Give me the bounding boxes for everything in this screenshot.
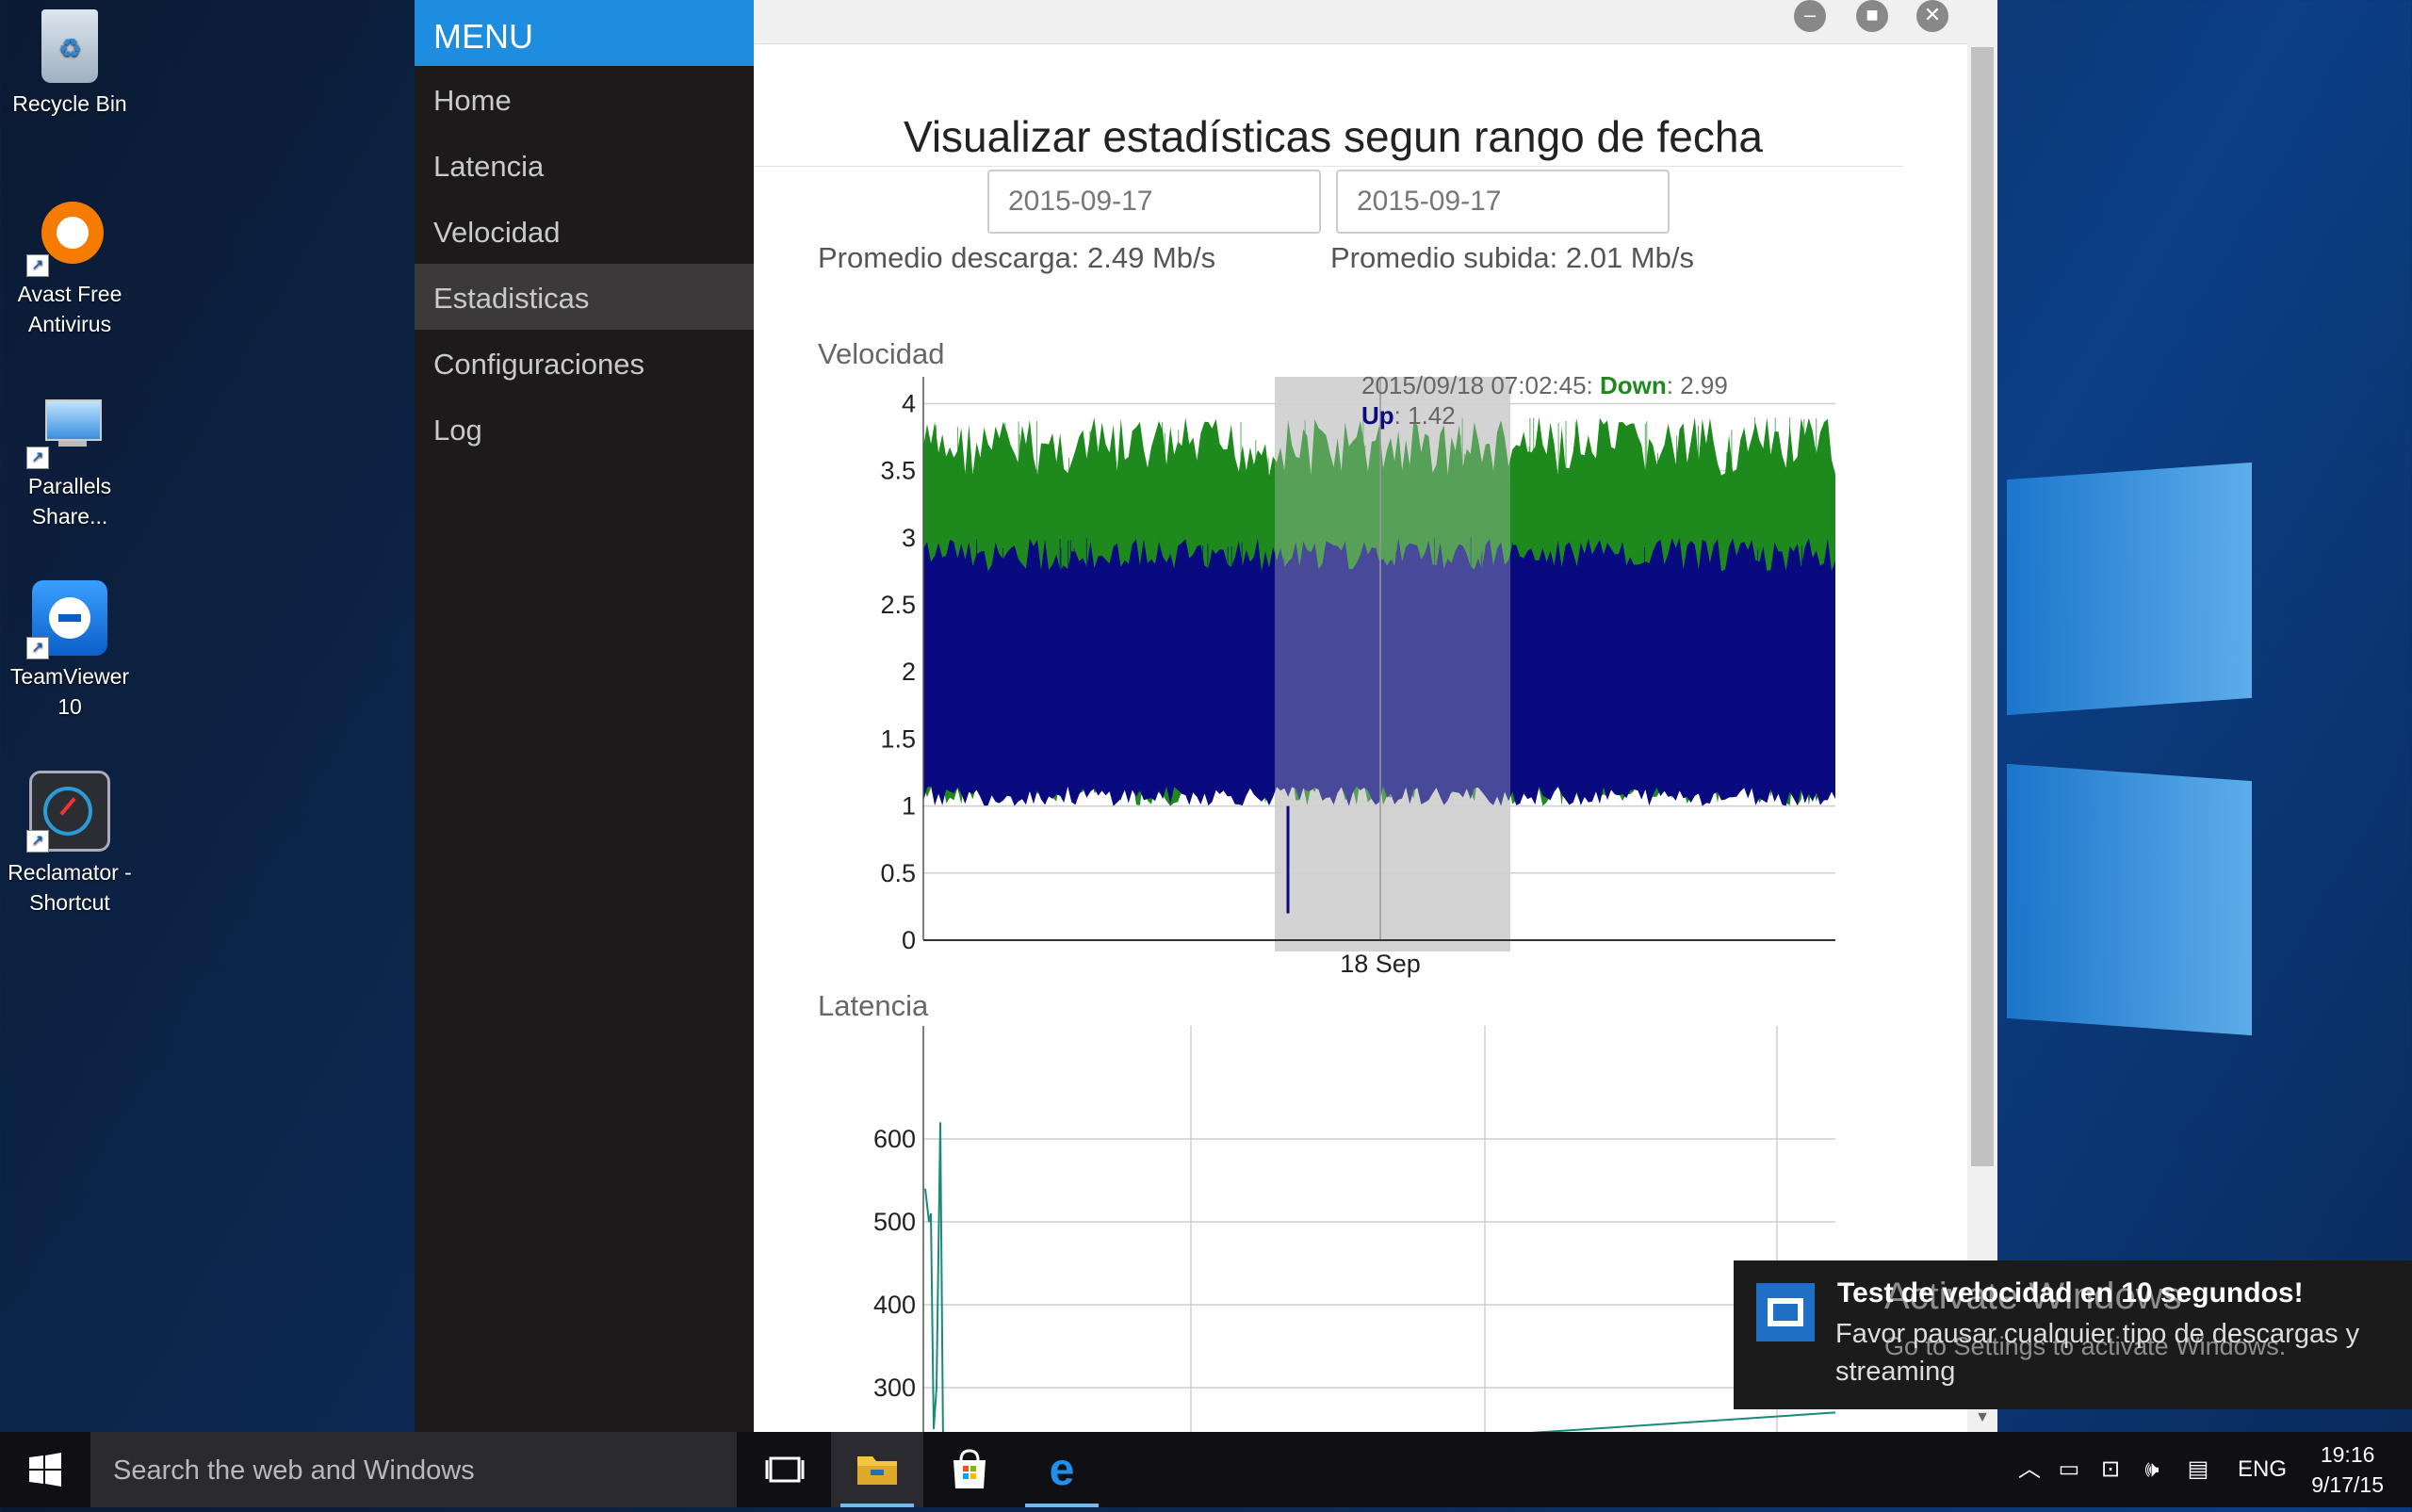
desktop-icon-label: TeamViewer 10 xyxy=(9,664,130,719)
y-tick-label: 400 xyxy=(873,1291,916,1319)
parallels-icon: ↗ xyxy=(26,390,107,469)
y-tick-label: 3.5 xyxy=(880,457,916,485)
sidebar-item-latencia[interactable]: Latencia xyxy=(415,132,754,198)
vertical-scrollbar[interactable]: ▲ ▼ xyxy=(1967,43,1997,1432)
y-tick-label: 4 xyxy=(902,389,916,417)
desktop-icon-parallels[interactable]: ↗ Parallels Share... xyxy=(0,381,139,531)
latency-spikes xyxy=(924,1122,944,1432)
app-sidebar: MENU Home Latencia Velocidad Estadistica… xyxy=(415,0,754,1432)
y-tick-label: 500 xyxy=(873,1208,916,1236)
x-tick-label: 18 Sep xyxy=(1340,950,1421,978)
sidebar-item-velocidad[interactable]: Velocidad xyxy=(415,198,754,264)
notification-app-icon xyxy=(1756,1283,1815,1341)
window-titlebar: – ■ ✕ xyxy=(754,0,1997,44)
sidebar-item-configuraciones[interactable]: Configuraciones xyxy=(415,330,754,396)
speed-chart[interactable]: 0 0.5 1 1.5 2 2.5 3 3.5 4 18 Sep 2015/09/18 07:0… xyxy=(754,367,1941,989)
y-tick-label: 2.5 xyxy=(880,591,916,619)
battery-icon[interactable]: ▭ xyxy=(2050,1432,2088,1507)
main-content: – ■ ✕ Visualizar estadísticas segun rang… xyxy=(754,0,1997,1432)
toast-body: Favor pausar cualquier tipo de descargas… xyxy=(1835,1319,2360,1387)
y-tick-label: 2 xyxy=(902,658,916,686)
input-language[interactable]: ENG xyxy=(2229,1432,2295,1507)
menu-header: MENU xyxy=(415,0,754,66)
start-button[interactable] xyxy=(0,1432,90,1507)
close-button[interactable]: ✕ xyxy=(1916,0,1948,32)
file-explorer-button[interactable] xyxy=(831,1432,923,1507)
title-divider xyxy=(754,166,1903,167)
y-tick-label: 300 xyxy=(873,1374,916,1402)
y-tick-label: 0 xyxy=(902,926,916,954)
store-button[interactable] xyxy=(923,1432,1016,1507)
desktop-icon-avast[interactable]: ↗ Avast Free Antivirus xyxy=(0,188,139,339)
taskbar-clock[interactable]: 19:16 9/17/15 xyxy=(2311,1439,2384,1500)
date-from-input[interactable]: 2015-09-17 xyxy=(987,170,1321,234)
date-to-input[interactable]: 2015-09-17 xyxy=(1336,170,1670,234)
task-view-icon xyxy=(765,1456,805,1483)
edge-icon: e xyxy=(1050,1445,1075,1495)
task-view-button[interactable] xyxy=(739,1432,831,1507)
desktop-icon-label: Parallels Share... xyxy=(27,474,112,528)
speed-chart-title: Velocidad xyxy=(818,337,945,370)
action-center-icon[interactable]: ▤ xyxy=(2176,1432,2220,1507)
toast-title: Test de velocidad en 10 segundos! xyxy=(1837,1277,2304,1309)
windows-wallpaper-logo xyxy=(1997,443,2393,1065)
tooltip-up: Up: 1.42 xyxy=(1361,401,1456,430)
clock-date: 9/17/15 xyxy=(2311,1472,2384,1497)
sidebar-item-home[interactable]: Home xyxy=(415,66,754,132)
sidebar-item-estadisticas[interactable]: Estadisticas xyxy=(415,264,754,330)
desktop-icon-teamviewer[interactable]: ↗ TeamViewer 10 xyxy=(0,571,139,722)
latency-trend xyxy=(1530,1411,1836,1432)
svg-text:e: e xyxy=(1050,1445,1075,1495)
y-tick-label: 1 xyxy=(902,792,916,821)
desktop-icon-reclamator[interactable]: ↗ Reclamator - Shortcut xyxy=(0,761,139,918)
y-tick-label: 0.5 xyxy=(880,859,916,887)
tooltip-up-label: Up xyxy=(1361,401,1394,430)
chart-highlight-overlay xyxy=(1275,377,1510,951)
avg-download: Promedio descarga: 2.49 Mb/s xyxy=(818,241,1216,274)
scroll-down-icon[interactable]: ▼ xyxy=(1967,1409,1997,1426)
maximize-button[interactable]: ■ xyxy=(1856,0,1888,32)
y-tick-label: 1.5 xyxy=(880,724,916,753)
sidebar-item-log[interactable]: Log xyxy=(415,396,754,462)
y-tick-label: 600 xyxy=(873,1125,916,1153)
folder-icon xyxy=(857,1456,897,1485)
toast-notification[interactable]: Activate Windows Go to Settings to activ… xyxy=(1734,1260,2412,1409)
teamviewer-icon: ↗ xyxy=(26,580,107,659)
show-hidden-icons-button[interactable]: ︿ xyxy=(2013,1432,2046,1507)
series-latency xyxy=(924,1122,1836,1432)
edge-browser-button[interactable]: e xyxy=(1016,1432,1108,1507)
recycle-bin-icon: ♻ xyxy=(41,9,98,83)
store-icon xyxy=(953,1449,986,1488)
page-title: Visualizar estadísticas segun rango de f… xyxy=(903,112,1764,161)
tooltip-timestamp: 2015/09/18 07:02:45: Down: 2.99 xyxy=(1361,371,1728,399)
tooltip-down-label: Down xyxy=(1600,371,1667,399)
network-icon[interactable]: ⊡ xyxy=(2092,1432,2129,1507)
y-tick-label: 3 xyxy=(902,524,916,552)
desktop-icon-recycle-bin[interactable]: ♻ Recycle Bin xyxy=(0,0,139,119)
desktop-icon-label: Reclamator - Shortcut xyxy=(8,860,132,915)
volume-icon[interactable]: 🕪 xyxy=(2133,1432,2171,1507)
minimize-button[interactable]: – xyxy=(1794,0,1826,32)
avg-upload: Promedio subida: 2.01 Mb/s xyxy=(1330,241,1694,274)
avast-icon: ↗ xyxy=(26,198,107,277)
scroll-thumb[interactable] xyxy=(1971,47,1994,1166)
speedometer-icon: ↗ xyxy=(26,771,110,853)
clock-time: 19:16 xyxy=(2320,1442,2375,1467)
desktop-icon-label: Avast Free Antivirus xyxy=(17,282,122,336)
latency-chart-title: Latencia xyxy=(818,989,929,1022)
windows-start-icon xyxy=(29,1453,61,1487)
search-input[interactable]: Search the web and Windows xyxy=(90,1432,737,1507)
taskbar: Search the web and Windows e ︿ ▭ ⊡ 🕪 ▤ E… xyxy=(0,1432,2412,1507)
desktop-icon-label: Recycle Bin xyxy=(12,91,127,116)
